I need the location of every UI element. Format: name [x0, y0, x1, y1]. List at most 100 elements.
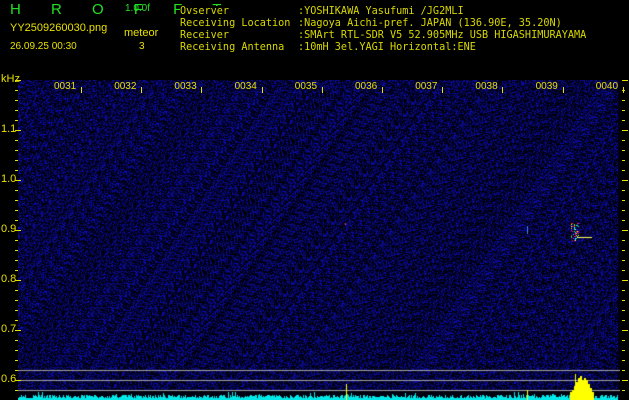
axis-tick: [15, 280, 21, 281]
axis-tick: [15, 310, 18, 311]
time-label: 0033: [174, 81, 197, 92]
app-version: 1.0.0f: [125, 3, 151, 14]
time-label: 0039: [535, 81, 558, 92]
time-tick: [382, 87, 383, 93]
axis-tick: [15, 140, 18, 141]
axis-tick: [15, 330, 21, 331]
axis-tick: [622, 360, 625, 361]
axis-tick: [15, 220, 18, 221]
axis-tick: [622, 230, 628, 231]
time-tick: [502, 87, 504, 93]
axis-tick: [622, 170, 625, 171]
axis-tick: [622, 280, 628, 281]
axis-tick: [622, 390, 625, 391]
axis-tick: [15, 110, 18, 111]
spectrogram: [18, 80, 620, 400]
axis-tick: [15, 300, 18, 301]
axis-tick: [15, 150, 18, 151]
axis-tick: [15, 120, 18, 121]
meteor-label: meteor: [124, 27, 159, 39]
time-tick: [201, 87, 203, 93]
axis-tick: [622, 120, 625, 121]
axis-tick: [622, 310, 625, 311]
time-tick: [562, 87, 564, 93]
info-observer-label: Ovserver: [180, 6, 230, 17]
axis-tick: [622, 80, 628, 81]
freq-label: 0.7: [1, 323, 17, 335]
info-antenna-value: :10mH 3el.YAGI Horizontal:ENE: [298, 42, 476, 53]
time-label: 0032: [114, 81, 137, 92]
freq-label: 0.9: [1, 223, 17, 235]
axis-tick: [622, 340, 625, 341]
axis-tick: [622, 330, 628, 331]
axis-tick: [622, 190, 625, 191]
meteor-count: 3: [139, 41, 145, 52]
time-tick: [81, 87, 82, 93]
info-location-label: Receiving Location: [180, 18, 291, 29]
axis-tick: [622, 180, 628, 181]
axis-tick: [15, 180, 21, 181]
axis-tick: [622, 270, 625, 271]
freq-label: 1.0: [1, 173, 17, 185]
axis-tick: [622, 220, 625, 221]
file-datetime: 26.09.25 00:30: [10, 41, 77, 52]
time-label: 0031: [54, 81, 77, 92]
axis-tick: [15, 320, 18, 321]
axis-tick: [15, 190, 18, 191]
axis-tick: [15, 350, 18, 351]
axis-tick: [622, 110, 625, 111]
time-tick: [442, 87, 444, 93]
axis-tick: [15, 380, 21, 381]
freq-label: 1.1: [1, 123, 17, 135]
axis-tick: [622, 350, 625, 351]
axis-tick: [622, 150, 625, 151]
axis-tick: [622, 260, 625, 261]
axis-tick: [15, 260, 18, 261]
axis-tick: [622, 200, 625, 201]
axis-tick: [15, 210, 18, 211]
axis-tick: [622, 210, 625, 211]
axis-tick: [622, 320, 625, 321]
axis-tick: [15, 200, 18, 201]
axis-tick: [15, 100, 18, 101]
axis-tick: [622, 140, 625, 141]
axis-tick: [15, 340, 18, 341]
time-label: 0040: [595, 81, 619, 92]
time-tick: [141, 87, 143, 93]
file-name: YY2509260030.png: [10, 22, 108, 34]
info-observer-value: :YOSHIKAWA Yasufumi /JG2MLI: [298, 6, 464, 17]
axis-tick: [15, 390, 18, 391]
axis-tick: [622, 370, 625, 371]
axis-tick: [15, 290, 18, 291]
axis-tick: [15, 170, 18, 171]
info-receiver-label: Receiver: [180, 30, 230, 41]
axis-tick: [622, 250, 625, 251]
time-label: 0038: [475, 81, 498, 92]
axis-tick: [622, 130, 628, 131]
axis-tick: [15, 370, 18, 371]
axis-tick: [15, 270, 18, 271]
time-label: 0036: [355, 81, 378, 92]
axis-tick: [622, 300, 625, 301]
info-antenna-label: Receiving Antenna: [180, 42, 285, 53]
axis-tick: [15, 160, 18, 161]
axis-tick: [622, 290, 625, 291]
time-tick: [261, 87, 263, 93]
axis-tick: [622, 240, 625, 241]
axis-tick: [15, 240, 18, 241]
axis-tick: [15, 250, 18, 251]
info-location-value: :Nagoya Aichi-pref. JAPAN (136.90E, 35.2…: [298, 18, 562, 29]
axis-tick: [15, 230, 21, 231]
time-label: 0037: [415, 81, 438, 92]
axis-tick: [622, 100, 625, 101]
hrofft-window: H R O F F T 1.0.0f YY2509260030.png 26.0…: [0, 0, 629, 400]
axis-tick: [15, 360, 18, 361]
freq-label: 0.6: [1, 373, 17, 385]
unit-label: kHz: [1, 73, 20, 85]
time-tick: [321, 87, 323, 93]
axis-tick: [15, 90, 18, 91]
time-tick: [622, 87, 624, 93]
time-label: 0034: [234, 81, 257, 92]
freq-label: 0.8: [1, 273, 17, 285]
axis-tick: [622, 380, 628, 381]
